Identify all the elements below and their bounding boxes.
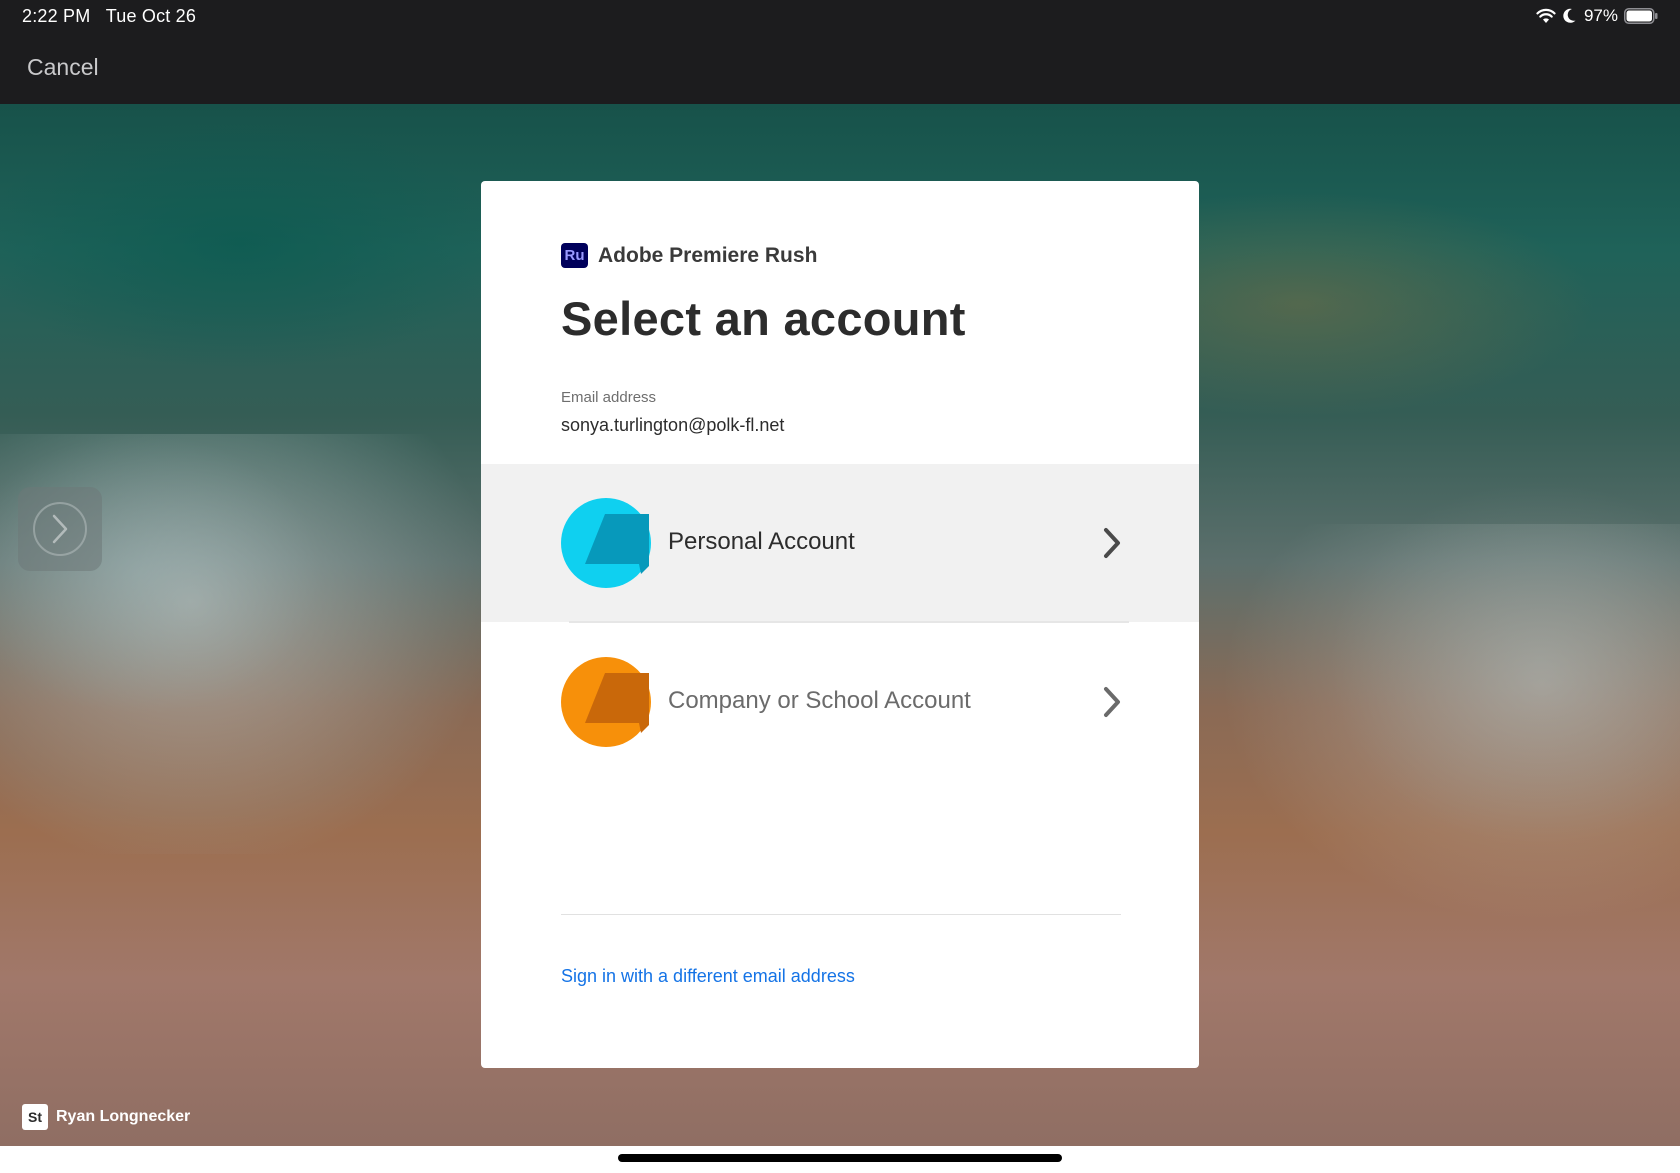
home-indicator[interactable] <box>618 1154 1062 1162</box>
email-value: sonya.turlington@polk-fl.net <box>561 415 785 435</box>
chevron-right-icon <box>1102 685 1122 724</box>
personal-account-avatar-icon <box>561 498 651 588</box>
carousel-next-button[interactable] <box>18 487 102 571</box>
page-title: Select an account <box>561 292 966 345</box>
email-label: Email address <box>561 389 657 406</box>
background-surf-right <box>1220 524 1680 924</box>
screen: 2:22 PM Tue Oct 26 97% Cancel Ru Adobe P… <box>0 0 1680 1173</box>
personal-account-option[interactable]: Personal Account <box>481 464 1199 622</box>
different-email-link[interactable]: Sign in with a different email address <box>561 966 855 987</box>
chevron-right-icon <box>33 502 87 556</box>
company-account-label: Company or School Account <box>668 687 971 714</box>
status-clock: 2:22 PM <box>22 6 91 26</box>
wifi-icon <box>1536 8 1556 24</box>
personal-account-label: Personal Account <box>668 528 855 555</box>
company-account-option[interactable]: Company or School Account <box>481 623 1199 781</box>
app-name: Adobe Premiere Rush <box>598 243 818 267</box>
company-account-avatar-icon <box>561 657 651 747</box>
status-date: Tue Oct 26 <box>105 6 197 26</box>
status-indicators: 97% <box>1536 5 1658 27</box>
battery-icon <box>1624 8 1658 24</box>
photo-credit: St Ryan Longnecker <box>22 1104 190 1130</box>
account-select-dialog: Ru Adobe Premiere Rush Select an account… <box>481 181 1199 1068</box>
photo-credit-name: Ryan Longnecker <box>56 1108 191 1125</box>
premiere-rush-logo-icon: Ru <box>561 243 588 268</box>
chevron-right-icon <box>1102 526 1122 565</box>
app-header: Ru Adobe Premiere Rush <box>561 243 817 268</box>
divider <box>561 914 1121 915</box>
top-bar: 2:22 PM Tue Oct 26 97% Cancel <box>0 0 1680 104</box>
status-time: 2:22 PM Tue Oct 26 <box>22 6 196 27</box>
battery-percent: 97% <box>1583 6 1618 25</box>
cancel-button[interactable]: Cancel <box>27 54 99 81</box>
moon-icon <box>1562 8 1576 24</box>
adobe-stock-logo-icon: St <box>22 1104 48 1130</box>
